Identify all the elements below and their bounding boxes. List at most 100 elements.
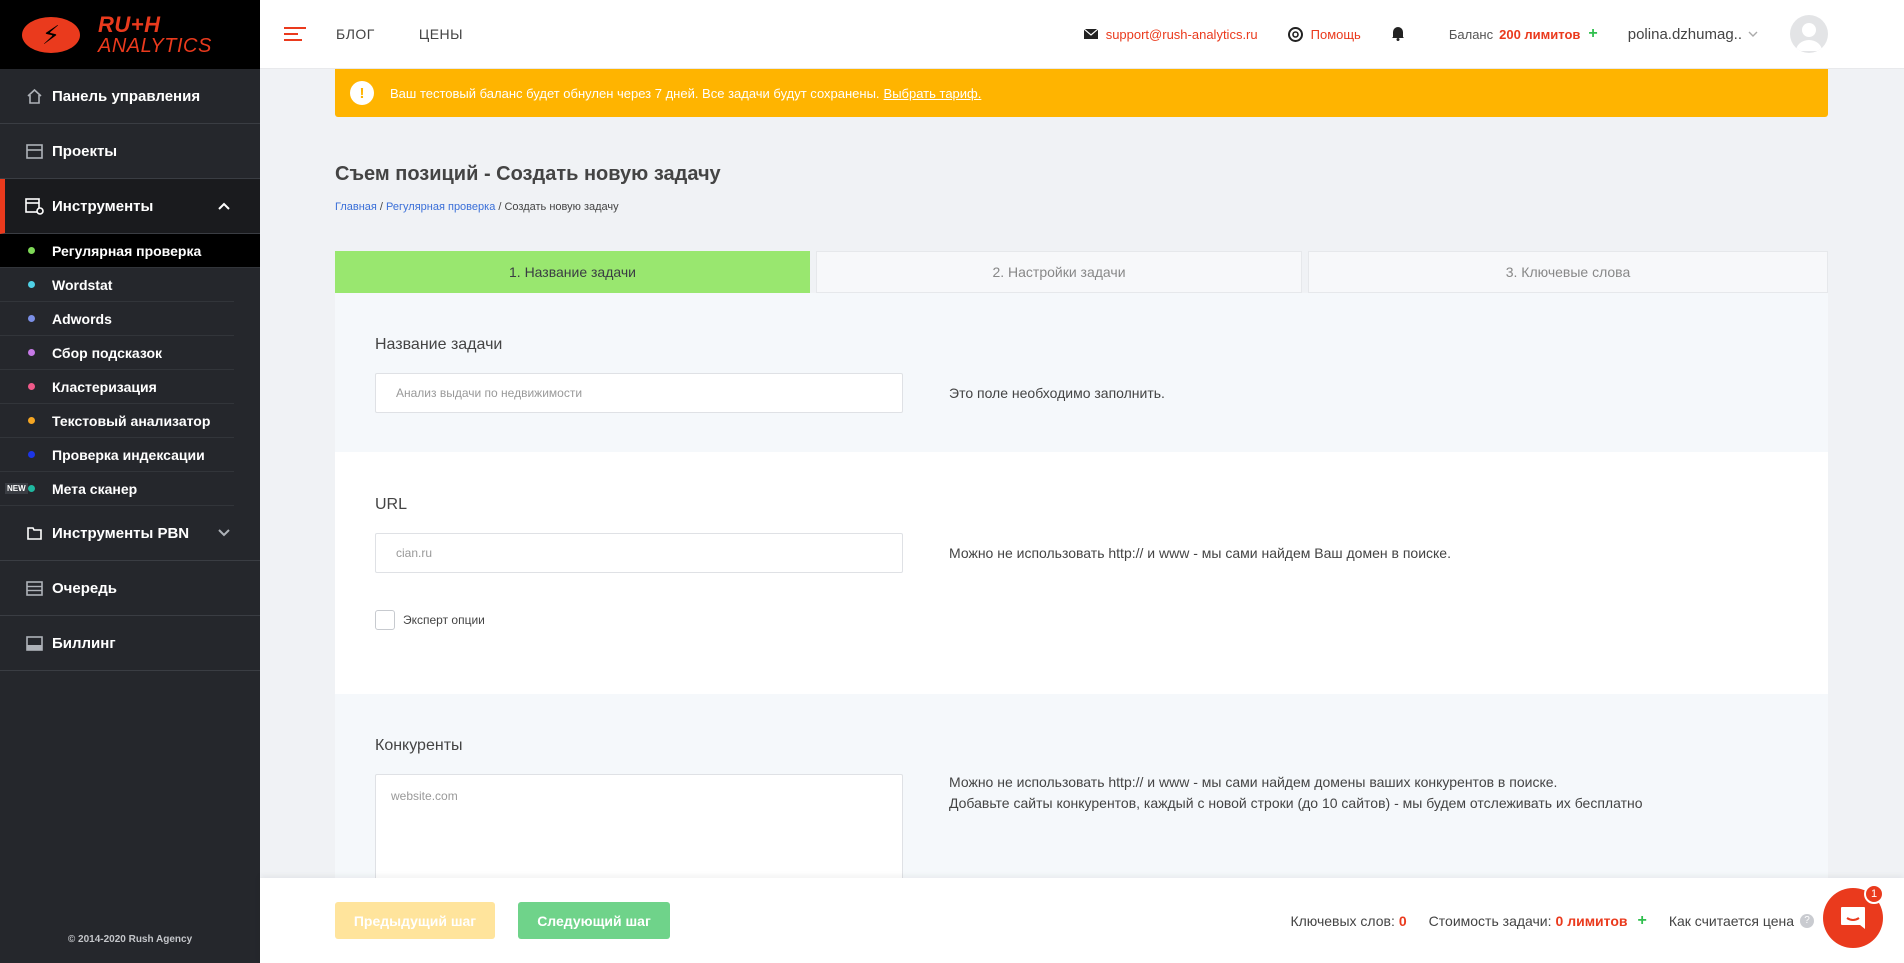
previous-step-button[interactable]: Предыдущий шаг	[335, 902, 495, 939]
nav-link-blog[interactable]: БЛОГ	[336, 26, 375, 42]
help-label: Помощь	[1310, 26, 1361, 42]
sidebar-tool-label: Проверка индексации	[52, 446, 205, 463]
next-step-button[interactable]: Следующий шаг	[518, 902, 670, 939]
url-input[interactable]: cian.ru	[375, 533, 903, 573]
user-menu[interactable]: polina.dzhumag..	[1628, 26, 1758, 43]
sidebar-tool-label: Wordstat	[52, 276, 113, 293]
task-form: Название задачи Анализ выдачи по недвижи…	[335, 293, 1828, 878]
sidebar-item-pbn-tools[interactable]: Инструменты PBN	[0, 506, 260, 561]
breadcrumb: Главная / Регулярная проверка / Создать …	[335, 201, 619, 213]
choose-plan-link[interactable]: Выбрать тариф.	[884, 86, 982, 101]
status-dot	[28, 315, 35, 322]
support-email: support@rush-analytics.ru	[1105, 26, 1258, 42]
step-keywords[interactable]: 3. Ключевые слова	[1308, 251, 1828, 293]
logo-line-1: RU+H	[98, 11, 161, 37]
sidebar-item-label: Биллинг	[52, 634, 116, 652]
status-dot	[28, 485, 35, 492]
bottom-action-bar: Предыдущий шаг Следующий шаг Ключевых сл…	[260, 878, 1904, 963]
warning-text: Ваш тестовый баланс будет обнулен через …	[390, 85, 880, 101]
task-name-input[interactable]: Анализ выдачи по недвижимости	[375, 373, 903, 413]
wizard-steps: 1. Название задачи 2. Настройки задачи 3…	[335, 251, 1828, 293]
logo[interactable]: ⚡ RU+H ANALYTICS	[0, 0, 260, 69]
sidebar-tool-adwords[interactable]: Adwords	[0, 302, 234, 336]
top-header: БЛОГ ЦЕНЫ support@rush-analytics.ru Помо…	[260, 0, 1904, 69]
folder-icon	[24, 523, 44, 543]
page-title: Съем позиций - Создать новую задачу	[335, 163, 721, 185]
sidebar-item-label: Очередь	[52, 579, 117, 597]
competitors-hint: Можно не использовать http:// и www - мы…	[949, 772, 1643, 814]
section-url: URL cian.ru Можно не использовать http:/…	[335, 452, 1828, 694]
task-name-hint: Это поле необходимо заполнить.	[949, 385, 1165, 401]
sidebar-tool-indexation[interactable]: Проверка индексации	[0, 438, 234, 472]
sidebar-tool-suggestions[interactable]: Сбор подсказок	[0, 336, 234, 370]
support-email-link[interactable]: support@rush-analytics.ru	[1083, 26, 1258, 42]
chevron-down-icon	[218, 526, 230, 540]
sidebar-tool-clustering[interactable]: Кластеризация	[0, 370, 234, 404]
keywords-count-value: 0	[1398, 912, 1407, 929]
task-name-label: Название задачи	[375, 336, 503, 353]
avatar[interactable]	[1790, 15, 1828, 53]
chevron-down-icon	[1748, 31, 1758, 37]
bell-icon[interactable]	[1391, 25, 1405, 44]
breadcrumb-separator: /	[376, 201, 387, 213]
sidebar-tool-label: Adwords	[52, 310, 112, 327]
sidebar-item-label: Проекты	[52, 142, 118, 160]
status-dot	[28, 247, 35, 254]
logo-text: RU+H ANALYTICS	[98, 11, 212, 57]
lifebuoy-icon	[1287, 26, 1303, 42]
billing-icon	[24, 633, 44, 653]
queue-icon	[24, 578, 44, 598]
status-dot	[28, 349, 35, 356]
balance: Баланс 200 лимитов +	[1449, 25, 1598, 43]
sidebar-item-label: Инструменты	[52, 197, 154, 215]
task-cost-label: Стоимость задачи:	[1428, 912, 1552, 929]
username: polina.dzhumag..	[1627, 25, 1742, 43]
sidebar-tool-label: Кластеризация	[52, 378, 157, 395]
chevron-up-icon	[218, 199, 230, 213]
add-balance-button[interactable]: +	[1588, 25, 1597, 43]
sidebar-item-tools[interactable]: Инструменты	[0, 179, 260, 234]
status-dot	[28, 451, 35, 458]
step-task-name[interactable]: 1. Название задачи	[335, 251, 810, 293]
sidebar-item-dashboard[interactable]: Панель управления	[0, 69, 260, 124]
sidebar-item-queue[interactable]: Очередь	[0, 561, 260, 616]
expert-options-toggle[interactable]: Эксперт опции	[375, 610, 485, 630]
price-info-link[interactable]: Как считается цена	[1669, 913, 1794, 929]
question-icon[interactable]: ?	[1800, 913, 1814, 928]
chat-icon	[1839, 905, 1867, 931]
competitors-hint-line-2: Добавьте сайты конкурентов, каждый с нов…	[949, 795, 1643, 811]
breadcrumb-home[interactable]: Главная	[335, 201, 377, 213]
logo-line-2: ANALYTICS	[98, 34, 212, 57]
sidebar-item-billing[interactable]: Биллинг	[0, 616, 260, 671]
sidebar-item-label: Панель управления	[52, 87, 201, 105]
sidebar-tool-regular-check[interactable]: Регулярная проверка	[0, 234, 260, 268]
sidebar-tool-label: Текстовый анализатор	[52, 412, 211, 429]
hamburger-menu-icon[interactable]	[284, 23, 306, 45]
sidebar-tool-wordstat[interactable]: Wordstat	[0, 268, 234, 302]
sidebar-tool-label: Сбор подсказок	[52, 344, 163, 361]
tools-icon	[24, 196, 44, 216]
keywords-count-label: Ключевых слов:	[1290, 912, 1395, 929]
breadcrumb-current: Создать новую задачу	[504, 201, 619, 213]
nav-link-prices[interactable]: ЦЕНЫ	[419, 26, 463, 42]
status-dot	[28, 383, 35, 390]
expert-options-checkbox[interactable]	[375, 610, 395, 630]
balance-value: 200 лимитов	[1499, 26, 1581, 42]
section-competitors: Конкуренты website.com Можно не использо…	[335, 694, 1828, 878]
help-link[interactable]: Помощь	[1287, 26, 1361, 42]
trial-warning-banner: ! Ваш тестовый баланс будет обнулен чере…	[335, 69, 1828, 117]
sidebar-item-projects[interactable]: Проекты	[0, 124, 260, 179]
status-dot	[28, 281, 35, 288]
add-limits-button[interactable]: +	[1637, 912, 1646, 930]
breadcrumb-section[interactable]: Регулярная проверка	[386, 201, 495, 213]
balance-label: Баланс	[1448, 26, 1494, 42]
expert-options-label: Эксперт опции	[403, 613, 485, 627]
sidebar-tool-label: Регулярная проверка	[52, 242, 202, 259]
sidebar-tool-meta-scanner[interactable]: NEW Мета сканер	[0, 472, 234, 506]
new-badge: NEW	[5, 483, 28, 494]
sidebar-tool-text-analyzer[interactable]: Текстовый анализатор	[0, 404, 234, 438]
url-label: URL	[375, 496, 408, 513]
competitors-textarea[interactable]: website.com	[375, 774, 903, 878]
step-task-settings[interactable]: 2. Настройки задачи	[816, 251, 1302, 293]
task-stats: Ключевых слов: 0 Стоимость задачи: 0 лим…	[1290, 912, 1814, 930]
